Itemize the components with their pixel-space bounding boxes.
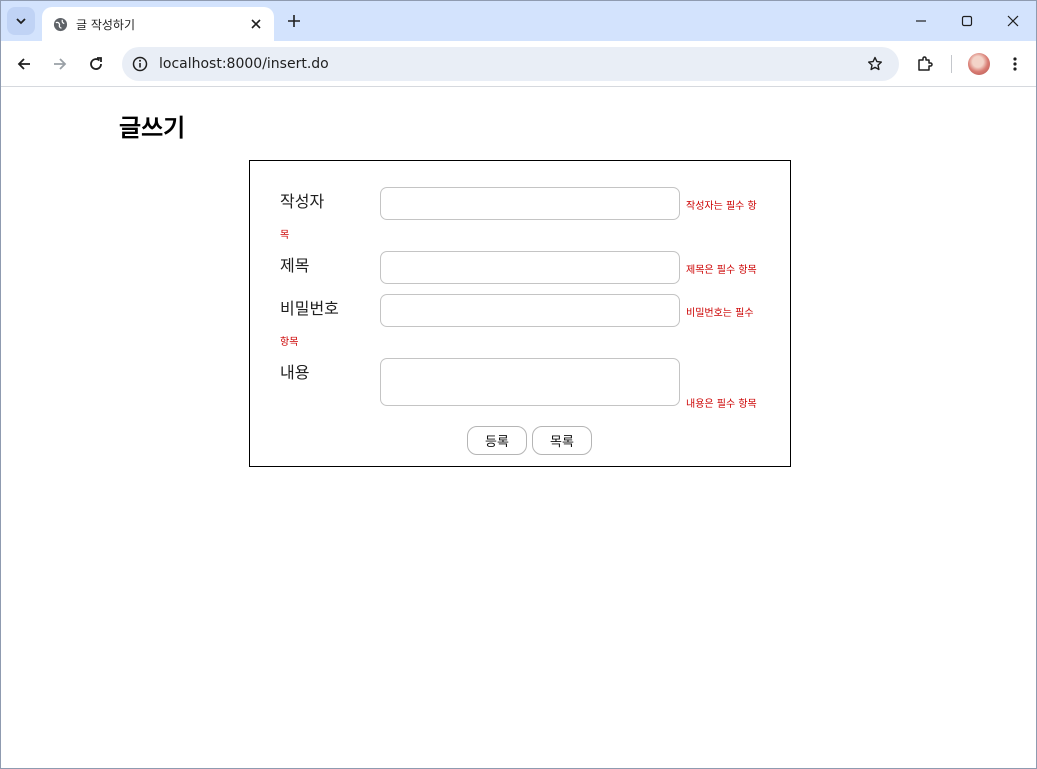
site-info-icon[interactable] — [130, 54, 150, 74]
more-vertical-icon — [1013, 57, 1017, 71]
close-tab-icon[interactable] — [248, 16, 264, 32]
url-text: localhost:8000/insert.do — [159, 56, 329, 72]
password-label: 비밀번호 — [280, 299, 339, 318]
writer-input[interactable] — [380, 187, 680, 220]
tab-title: 글 작성하기 — [76, 17, 136, 32]
content-label: 내용 — [280, 363, 310, 382]
new-tab-button[interactable] — [284, 11, 304, 31]
list-button[interactable]: 목록 — [532, 426, 592, 455]
content-textarea[interactable] — [380, 358, 680, 406]
back-button[interactable] — [12, 52, 36, 76]
minimize-icon — [916, 20, 926, 22]
arrow-left-icon — [17, 58, 30, 70]
profile-avatar[interactable] — [968, 53, 990, 75]
writer-error: 작성자는 필수 항 — [686, 201, 757, 212]
password-error: 비밀번호는 필수 — [686, 308, 754, 319]
browser-window: 글 작성하기 localhost:8000/insert.do 글쓰기 작성자 … — [0, 0, 1037, 769]
active-tab[interactable]: 글 작성하기 — [42, 7, 274, 41]
plus-icon — [288, 15, 300, 27]
arrow-right-icon — [54, 58, 67, 70]
reload-button[interactable] — [84, 52, 108, 76]
address-bar[interactable]: localhost:8000/insert.do — [122, 47, 899, 81]
browser-toolbar: localhost:8000/insert.do — [1, 41, 1036, 87]
browser-menu-button[interactable] — [1003, 52, 1027, 76]
toolbar-divider — [951, 55, 952, 73]
close-window-button[interactable] — [1001, 9, 1025, 33]
bookmark-star-icon[interactable] — [863, 52, 887, 76]
maximize-icon — [961, 15, 973, 27]
puzzle-icon — [918, 56, 933, 71]
forward-button[interactable] — [48, 52, 72, 76]
tab-search-button[interactable] — [7, 7, 35, 35]
writer-error-cont: 목 — [280, 230, 290, 241]
content-error: 내용은 필수 항목 — [686, 399, 757, 410]
subject-label: 제목 — [280, 256, 310, 275]
page-content: 글쓰기 작성자 작성자는 필수 항 목 제목 제목은 필수 항목 비밀번호 비밀… — [1, 88, 1036, 768]
maximize-button[interactable] — [955, 9, 979, 33]
minimize-button[interactable] — [909, 9, 933, 33]
close-icon — [1007, 15, 1019, 27]
extensions-button[interactable] — [913, 52, 937, 76]
subject-input[interactable] — [380, 251, 680, 284]
submit-button[interactable]: 등록 — [467, 426, 527, 455]
tab-strip: 글 작성하기 — [1, 1, 1036, 41]
page-title: 글쓰기 — [119, 114, 186, 142]
chevron-down-icon — [16, 18, 26, 25]
password-error-cont: 항목 — [280, 337, 299, 348]
reload-icon — [90, 57, 102, 70]
write-form: 작성자 작성자는 필수 항 목 제목 제목은 필수 항목 비밀번호 비밀번호는 … — [249, 160, 791, 467]
password-input[interactable] — [380, 294, 680, 327]
globe-icon — [52, 16, 68, 32]
writer-label: 작성자 — [280, 192, 325, 211]
subject-error: 제목은 필수 항목 — [686, 265, 757, 276]
